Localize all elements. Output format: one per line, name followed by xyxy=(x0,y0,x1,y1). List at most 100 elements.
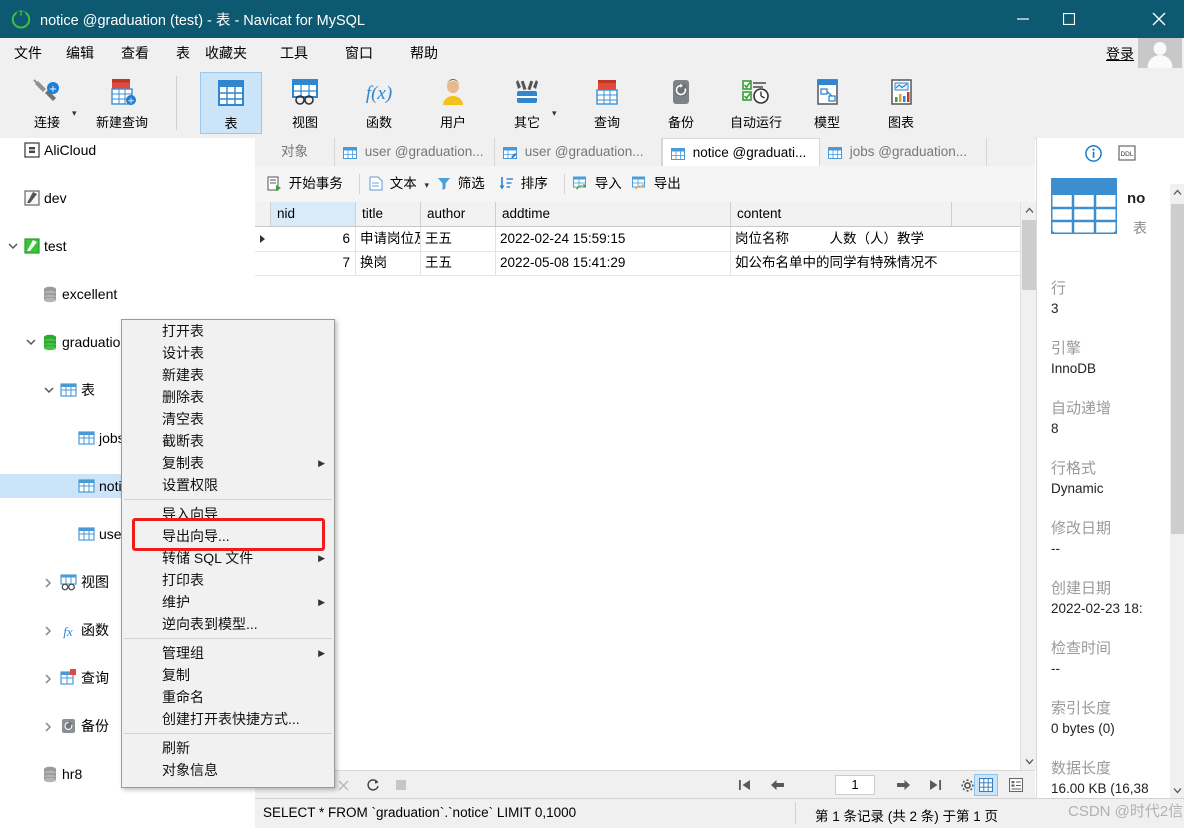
toolbar-query[interactable]: 查询 xyxy=(576,72,638,134)
table-context-menu[interactable]: 打开表 设计表 新建表 删除表 清空表 截断表 复制表 ▶ 设置权限 导入向导 … xyxy=(121,319,335,788)
page-number-input[interactable]: 1 xyxy=(835,775,875,795)
grid-header-nid[interactable]: nid xyxy=(271,202,356,226)
cell-author[interactable]: 王五 xyxy=(421,251,496,275)
toolbar-other[interactable]: 其它 xyxy=(496,72,558,134)
next-record-button[interactable] xyxy=(893,775,913,795)
tree-item-test[interactable]: test xyxy=(0,234,255,258)
cell-nid[interactable]: 7 xyxy=(271,251,356,275)
toolbar-automation[interactable]: 自动运行 xyxy=(720,72,792,134)
context-set-privileges[interactable]: 设置权限 xyxy=(122,474,334,496)
tree-item-excellent[interactable]: excellent xyxy=(0,282,255,306)
grid-header-addtime[interactable]: addtime xyxy=(496,202,731,226)
toolbar-model[interactable]: 模型 xyxy=(796,72,858,134)
toolbar-view[interactable]: 视图 xyxy=(274,72,336,134)
text-dropdown-caret[interactable]: ▾ xyxy=(425,180,430,190)
menu-table[interactable]: 表 xyxy=(176,43,190,63)
login-link[interactable]: 登录 xyxy=(1106,44,1134,64)
menu-favorites[interactable]: 收藏夹 xyxy=(205,43,247,63)
close-button[interactable] xyxy=(1134,0,1184,38)
first-record-button[interactable] xyxy=(735,775,755,795)
grid-view-toggle[interactable] xyxy=(974,774,998,796)
stop-loading-button[interactable] xyxy=(333,775,353,795)
context-truncate-table[interactable]: 截断表 xyxy=(122,430,334,452)
cell-addtime[interactable]: 2022-02-24 15:59:15 xyxy=(496,227,731,251)
maximize-button[interactable] xyxy=(1046,0,1092,38)
previous-record-button[interactable] xyxy=(767,775,787,795)
chevron-right-icon[interactable] xyxy=(42,666,56,690)
cell-author[interactable]: 王五 xyxy=(421,227,496,251)
context-new-table[interactable]: 新建表 xyxy=(122,364,334,386)
chevron-right-icon[interactable] xyxy=(42,714,56,738)
context-export-wizard[interactable]: 导出向导... xyxy=(122,525,334,547)
other-dropdown-caret[interactable]: ▾ xyxy=(552,108,557,119)
tab-notice-data[interactable]: notice @graduati... xyxy=(662,138,820,166)
cell-addtime[interactable]: 2022-05-08 15:41:29 xyxy=(496,251,731,275)
table-row[interactable]: 7 换岗 王五 2022-05-08 15:41:29 如公布名单中的同学有特殊… xyxy=(255,251,1020,276)
context-copy-table[interactable]: 复制表 ▶ xyxy=(122,452,334,474)
chevron-down-icon[interactable] xyxy=(42,378,56,402)
scroll-thumb[interactable] xyxy=(1022,220,1036,290)
chevron-down-icon[interactable] xyxy=(24,330,38,354)
context-open-table[interactable]: 打开表 xyxy=(122,320,334,342)
context-reverse-to-model[interactable]: 逆向表到模型... xyxy=(122,613,334,635)
toolbar-chart[interactable]: 图表 xyxy=(870,72,932,134)
table-row[interactable]: 6 申请岗位及 王五 2022-02-24 15:59:15 岗位名称 人数（人… xyxy=(255,227,1020,252)
info-scroll-up-arrow[interactable] xyxy=(1170,184,1184,200)
import-button[interactable]: 导入 xyxy=(570,172,625,196)
tree-item-alicloud[interactable]: AliCloud xyxy=(0,138,255,162)
ddl-tab[interactable]: DDL xyxy=(1115,142,1139,164)
grid-vertical-scrollbar[interactable] xyxy=(1020,202,1037,770)
context-design-table[interactable]: 设计表 xyxy=(122,342,334,364)
scroll-up-arrow[interactable] xyxy=(1021,202,1037,219)
grid-header-author[interactable]: author xyxy=(421,202,496,226)
sort-button[interactable]: 排序 xyxy=(496,172,551,196)
info-tab[interactable] xyxy=(1081,142,1105,164)
begin-transaction-button[interactable]: 开始事务 xyxy=(264,172,346,196)
user-avatar[interactable] xyxy=(1138,38,1182,68)
cell-nid[interactable]: 6 xyxy=(271,227,356,251)
cell-title[interactable]: 换岗 xyxy=(356,251,421,275)
toolbar-function[interactable]: f(x) 函数 xyxy=(348,72,410,134)
stop-button[interactable] xyxy=(391,775,411,795)
menu-view[interactable]: 查看 xyxy=(121,43,149,63)
menu-edit[interactable]: 编辑 xyxy=(66,43,94,63)
scroll-down-arrow[interactable] xyxy=(1021,753,1037,770)
context-import-wizard[interactable]: 导入向导 xyxy=(122,503,334,525)
cell-title[interactable]: 申请岗位及 xyxy=(356,227,421,251)
toolbar-table[interactable]: 表 xyxy=(200,72,262,134)
info-panel-scrollbar[interactable] xyxy=(1170,184,1184,798)
context-rename[interactable]: 重命名 xyxy=(122,686,334,708)
grid-header-title[interactable]: title xyxy=(356,202,421,226)
chevron-right-icon[interactable] xyxy=(42,618,56,642)
context-manage-group[interactable]: 管理组 ▶ xyxy=(122,642,334,664)
context-empty-table[interactable]: 清空表 xyxy=(122,408,334,430)
minimize-button[interactable] xyxy=(1000,0,1046,38)
cell-content[interactable]: 如公布名单中的同学有特殊情况不 xyxy=(731,251,952,275)
toolbar-connection[interactable]: + 连接 xyxy=(16,72,78,134)
cell-content[interactable]: 岗位名称 人数（人）教学 xyxy=(731,227,952,251)
info-scroll-down-arrow[interactable] xyxy=(1170,782,1184,798)
context-maintenance[interactable]: 维护 ▶ xyxy=(122,591,334,613)
menu-file[interactable]: 文件 xyxy=(14,43,42,63)
menu-help[interactable]: 帮助 xyxy=(410,43,438,63)
tree-item-dev[interactable]: dev xyxy=(0,186,255,210)
context-create-shortcut[interactable]: 创建打开表快捷方式... xyxy=(122,708,334,730)
toolbar-user[interactable]: 用户 xyxy=(422,72,484,134)
chevron-down-icon[interactable] xyxy=(6,234,20,258)
toolbar-new-query[interactable]: + 新建查询 xyxy=(86,72,158,134)
form-view-toggle[interactable] xyxy=(1004,774,1028,796)
chevron-right-icon[interactable] xyxy=(42,570,56,594)
tab-objects[interactable]: 对象 xyxy=(255,138,335,166)
tab-jobs-data[interactable]: jobs @graduation... xyxy=(820,138,987,166)
grid-header-content[interactable]: content xyxy=(731,202,952,226)
context-delete-table[interactable]: 删除表 xyxy=(122,386,334,408)
tab-user-design[interactable]: user @graduation... xyxy=(495,138,662,166)
toolbar-backup[interactable]: 备份 xyxy=(650,72,712,134)
tab-user-data[interactable]: user @graduation... xyxy=(335,138,495,166)
context-copy[interactable]: 复制 xyxy=(122,664,334,686)
text-button[interactable]: 文本 ▾ xyxy=(366,172,432,196)
menu-window[interactable]: 窗口 xyxy=(345,43,373,63)
context-print-table[interactable]: 打印表 xyxy=(122,569,334,591)
menu-tools[interactable]: 工具 xyxy=(280,43,308,63)
context-refresh[interactable]: 刷新 xyxy=(122,737,334,759)
